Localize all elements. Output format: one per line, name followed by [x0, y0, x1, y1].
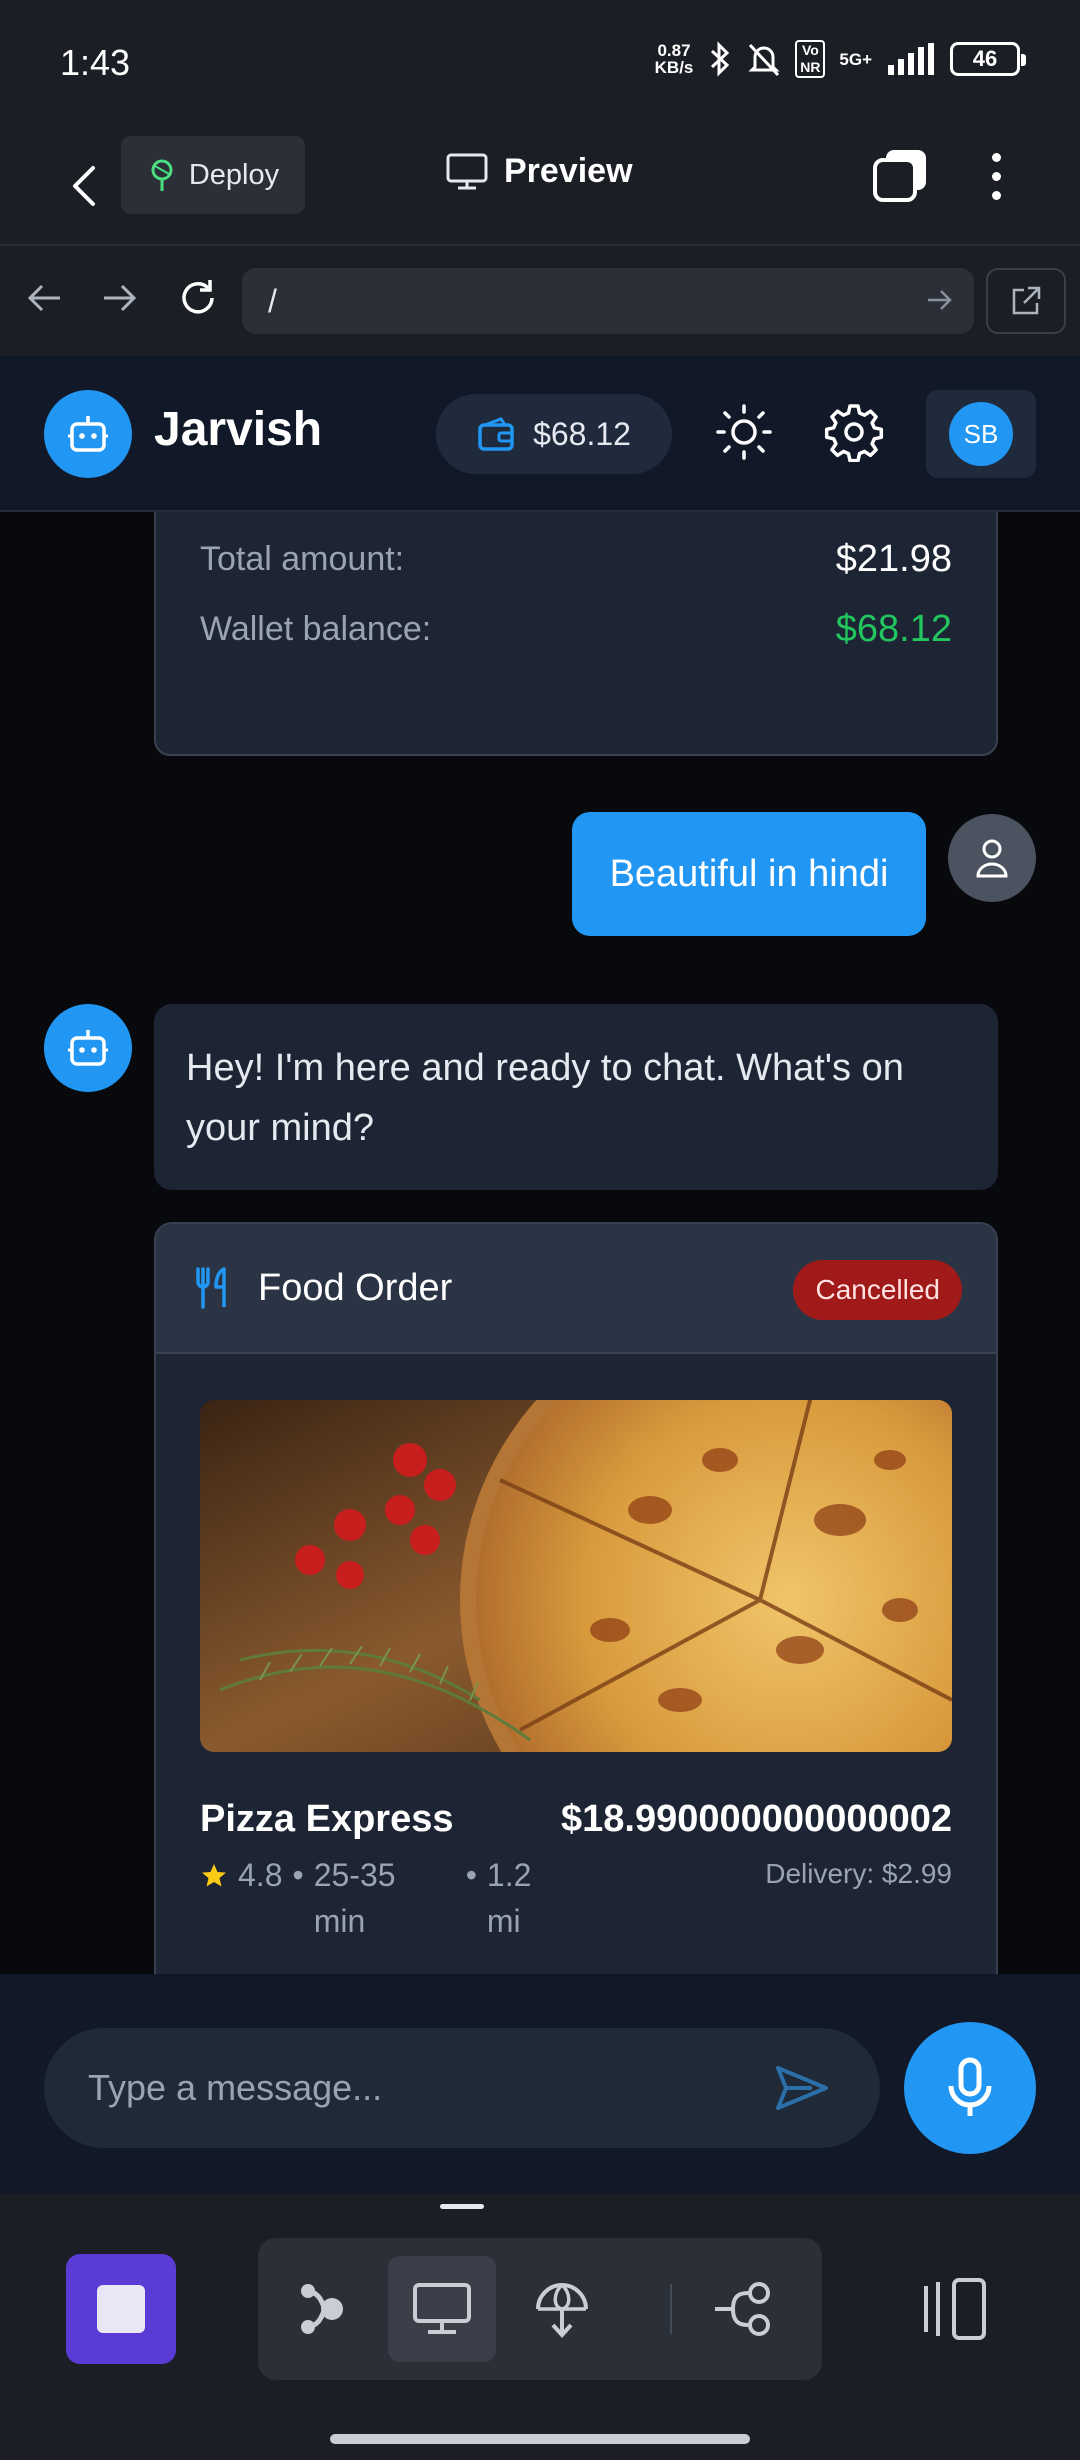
deploy-icon: [151, 159, 173, 191]
arrow-left-icon: [27, 284, 60, 312]
drag-handle[interactable]: [440, 2204, 484, 2209]
open-external-button[interactable]: [986, 268, 1066, 334]
deploy-button[interactable]: Deploy: [121, 136, 305, 214]
wallet-button[interactable]: $68.12: [436, 394, 672, 474]
user-avatar: [948, 814, 1036, 902]
delivery-fee: Delivery: $2.99: [765, 1858, 952, 1889]
delivery-time: 25-35 min: [313, 1857, 396, 1939]
gear-icon[interactable]: [824, 402, 884, 462]
agent-button[interactable]: [268, 2256, 376, 2362]
more-icon: [991, 152, 1001, 162]
home-indicator[interactable]: [330, 2434, 750, 2444]
restaurant-meta: 4.8 • 25-35 min • 1.2 mi: [200, 1852, 557, 1944]
user-message: Beautiful in hindi: [572, 812, 926, 936]
preview-title[interactable]: Preview: [446, 152, 633, 191]
tabs-icon[interactable]: [872, 148, 928, 204]
external-link-icon: [1012, 286, 1041, 315]
distance: 1.2 mi: [486, 1857, 532, 1939]
app-top-bar: Deploy Preview: [0, 128, 1080, 246]
mute-icon: [748, 43, 781, 77]
message-input[interactable]: Type a message...: [44, 2028, 880, 2148]
url-bar[interactable]: /: [242, 268, 974, 334]
status-icons: 0.87 KB/s Vo NR 5G+ 46: [654, 40, 1026, 78]
reload-icon: [182, 280, 214, 314]
food-order-card[interactable]: Food Order Cancelled Pizza Express $18.9…: [154, 1222, 998, 1974]
nav-forward-button[interactable]: [90, 268, 150, 328]
summary-row-wallet: Wallet balance: $68.12: [200, 608, 952, 650]
back-button[interactable]: [56, 156, 112, 216]
send-icon[interactable]: [772, 2058, 832, 2118]
robot-icon: [68, 416, 108, 452]
message-placeholder: Type a message...: [88, 2067, 383, 2108]
chat-app-header: Jarvish $68.12 SB: [0, 356, 1080, 512]
globe-icon: [536, 2283, 588, 2338]
order-card-title: Food Order: [258, 1266, 453, 1309]
globe-button[interactable]: [508, 2256, 616, 2362]
restaurant-name: Pizza Express: [200, 1798, 454, 1840]
status-badge: Cancelled: [793, 1260, 962, 1320]
composer: Type a message...: [0, 1974, 1080, 2194]
wallet-balance: $68.12: [533, 415, 631, 452]
deploy-label: Deploy: [188, 158, 280, 191]
go-icon[interactable]: [926, 286, 954, 314]
app-brand: Jarvish: [154, 403, 323, 456]
volte-badge: Vo NR: [795, 40, 826, 78]
stop-icon: [97, 2285, 145, 2333]
nav-back-button[interactable]: [14, 268, 74, 328]
desktop-icon: [413, 2283, 471, 2334]
bot-message: Hey! I'm here and ready to chat. What's …: [154, 1004, 998, 1190]
preview-label: Preview: [504, 152, 633, 190]
robot-icon: [68, 1030, 108, 1066]
pizza-image: [200, 1400, 952, 1752]
arrow-right-icon: [104, 284, 137, 312]
back-icon: [73, 166, 95, 206]
desktop-tab[interactable]: [388, 2256, 496, 2362]
mic-icon: [948, 2057, 992, 2116]
wallet-icon: [478, 417, 514, 451]
side-panel-icon[interactable]: [918, 2274, 998, 2344]
bottom-toolbar: [0, 2194, 1080, 2460]
status-time: 1:43: [60, 42, 131, 83]
avatar: SB: [949, 402, 1013, 466]
status-bar: 1:43 0.87 KB/s Vo NR 5G+ 46: [0, 0, 1080, 128]
utensils-icon: [196, 1267, 226, 1309]
order-price: $18.990000000000002: [561, 1798, 952, 1840]
rating: 4.8: [238, 1857, 283, 1893]
sun-icon[interactable]: [714, 402, 774, 462]
user-menu-button[interactable]: SB: [926, 390, 1036, 478]
agent-icon: [301, 2284, 343, 2334]
mic-button[interactable]: [904, 2022, 1036, 2154]
payment-summary-card: Total amount: $21.98 Wallet balance: $68…: [154, 512, 998, 756]
stop-button[interactable]: [66, 2254, 176, 2364]
tool-group: [258, 2238, 822, 2380]
share-button[interactable]: [690, 2256, 798, 2362]
share-icon: [715, 2282, 770, 2336]
user-icon: [976, 839, 1008, 878]
more-button[interactable]: [970, 148, 1022, 204]
battery-indicator: 46: [950, 42, 1026, 76]
chat-area[interactable]: Total amount: $21.98 Wallet balance: $68…: [0, 512, 1080, 1974]
signal-icon: [888, 43, 934, 75]
summary-row-total: Total amount: $21.98: [200, 538, 952, 580]
network-type: 5G+: [839, 49, 872, 69]
app-logo: [44, 390, 132, 478]
star-icon: [202, 1864, 226, 1887]
order-card-header: Food Order Cancelled: [156, 1224, 996, 1354]
monitor-icon: [446, 153, 488, 189]
divider: [670, 2284, 672, 2334]
reload-button[interactable]: [168, 268, 228, 328]
net-speed: 0.87 KB/s: [654, 41, 694, 77]
bluetooth-icon: [711, 41, 730, 77]
bot-avatar: [44, 1004, 132, 1092]
browser-bar: /: [0, 246, 1080, 356]
url-text: /: [268, 282, 277, 319]
